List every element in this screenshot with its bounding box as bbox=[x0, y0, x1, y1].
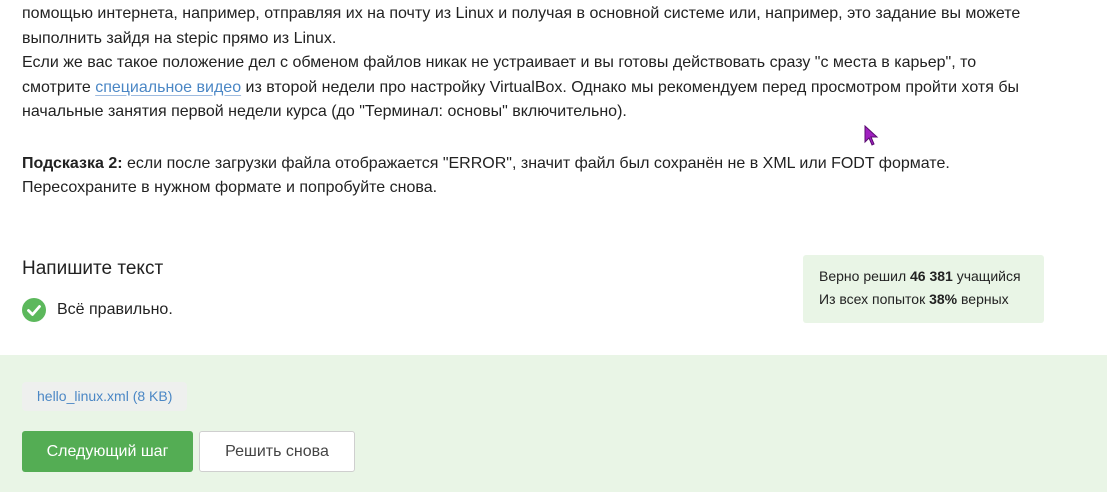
step-text: помощью интернета, например, отправляя и… bbox=[22, 2, 1082, 201]
special-video-link[interactable]: специальное видео bbox=[95, 79, 241, 96]
attempts-stat: Из всех попыток 38% верных bbox=[819, 288, 1028, 311]
solved-suffix: учащийся bbox=[952, 268, 1021, 284]
attempts-percent: 38% bbox=[929, 291, 958, 307]
task-title: Напишите текст bbox=[22, 258, 164, 279]
hint-text: если после загрузки файла отображается "… bbox=[122, 154, 950, 172]
solved-stat: Верно решил 46 381 учащийся bbox=[819, 265, 1028, 288]
paragraph-1-line-2: выполнить зайдя на stepic прямо из Linux… bbox=[22, 29, 337, 47]
attempts-prefix: Из всех попыток bbox=[819, 291, 930, 307]
result-text: Всё правильно. bbox=[57, 301, 173, 318]
uploaded-file-chip[interactable]: hello_linux.xml (8 KB) bbox=[22, 382, 188, 411]
paragraph-1: помощью интернета, например, отправляя и… bbox=[22, 2, 1082, 125]
solved-prefix: Верно решил bbox=[819, 268, 910, 284]
solved-count: 46 381 bbox=[910, 268, 953, 284]
paragraph-2-line-3: начальные занятия первой недели курса (д… bbox=[22, 103, 627, 120]
paragraph-2-line-1: Если же вас такое положение дел с обмено… bbox=[22, 54, 977, 71]
hint-text-line-2: Пересохраните в нужном формате и попробу… bbox=[22, 179, 438, 196]
paragraph-1-line-1: помощью интернета, например, отправляя и… bbox=[22, 5, 1021, 22]
retry-button[interactable]: Решить снова bbox=[199, 431, 355, 472]
result-status: Всё правильно. bbox=[22, 297, 173, 323]
mouse-cursor-icon bbox=[864, 125, 879, 146]
attempts-suffix: верных bbox=[957, 291, 1009, 307]
submission-footer: hello_linux.xml (8 KB) Следующий шаг Реш… bbox=[0, 355, 1107, 492]
paragraph-2-line-2-start: смотрите bbox=[22, 78, 96, 96]
hint-paragraph: Подсказка 2: если после загрузки файла о… bbox=[22, 152, 1082, 201]
paragraph-2-line-2-end: из второй недели про настройку VirtualBo… bbox=[241, 78, 1019, 96]
check-circle-icon bbox=[22, 298, 46, 322]
step-page: помощью интернета, например, отправляя и… bbox=[0, 0, 1107, 492]
next-step-button[interactable]: Следующий шаг bbox=[22, 431, 193, 472]
hint-label: Подсказка 2: bbox=[22, 154, 123, 172]
stats-box: Верно решил 46 381 учащийся Из всех попы… bbox=[803, 255, 1044, 323]
